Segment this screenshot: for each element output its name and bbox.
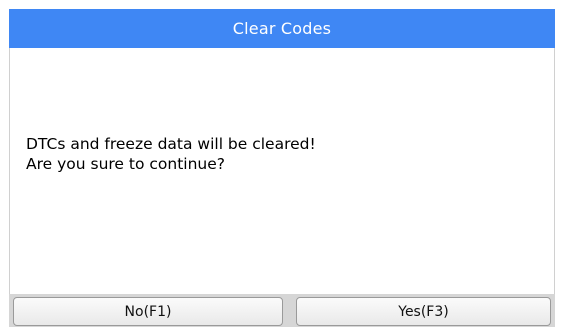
message-panel: DTCs and freeze data will be cleared! Ar… xyxy=(9,48,555,294)
message-line-1: DTCs and freeze data will be cleared! xyxy=(26,135,316,153)
title-bar: Clear Codes xyxy=(9,9,555,48)
yes-button[interactable]: Yes(F3) xyxy=(296,297,551,326)
no-button[interactable]: No(F1) xyxy=(13,297,283,326)
yes-button-label: Yes(F3) xyxy=(398,303,449,320)
no-button-label: No(F1) xyxy=(124,303,172,320)
page-title: Clear Codes xyxy=(232,19,332,38)
message-line-2: Are you sure to continue? xyxy=(26,155,226,173)
confirmation-message: DTCs and freeze data will be cleared! Ar… xyxy=(26,134,316,174)
function-button-bar: No(F1) Yes(F3) xyxy=(9,294,555,327)
clear-codes-screen: Clear Codes DTCs and freeze data will be… xyxy=(0,0,565,327)
